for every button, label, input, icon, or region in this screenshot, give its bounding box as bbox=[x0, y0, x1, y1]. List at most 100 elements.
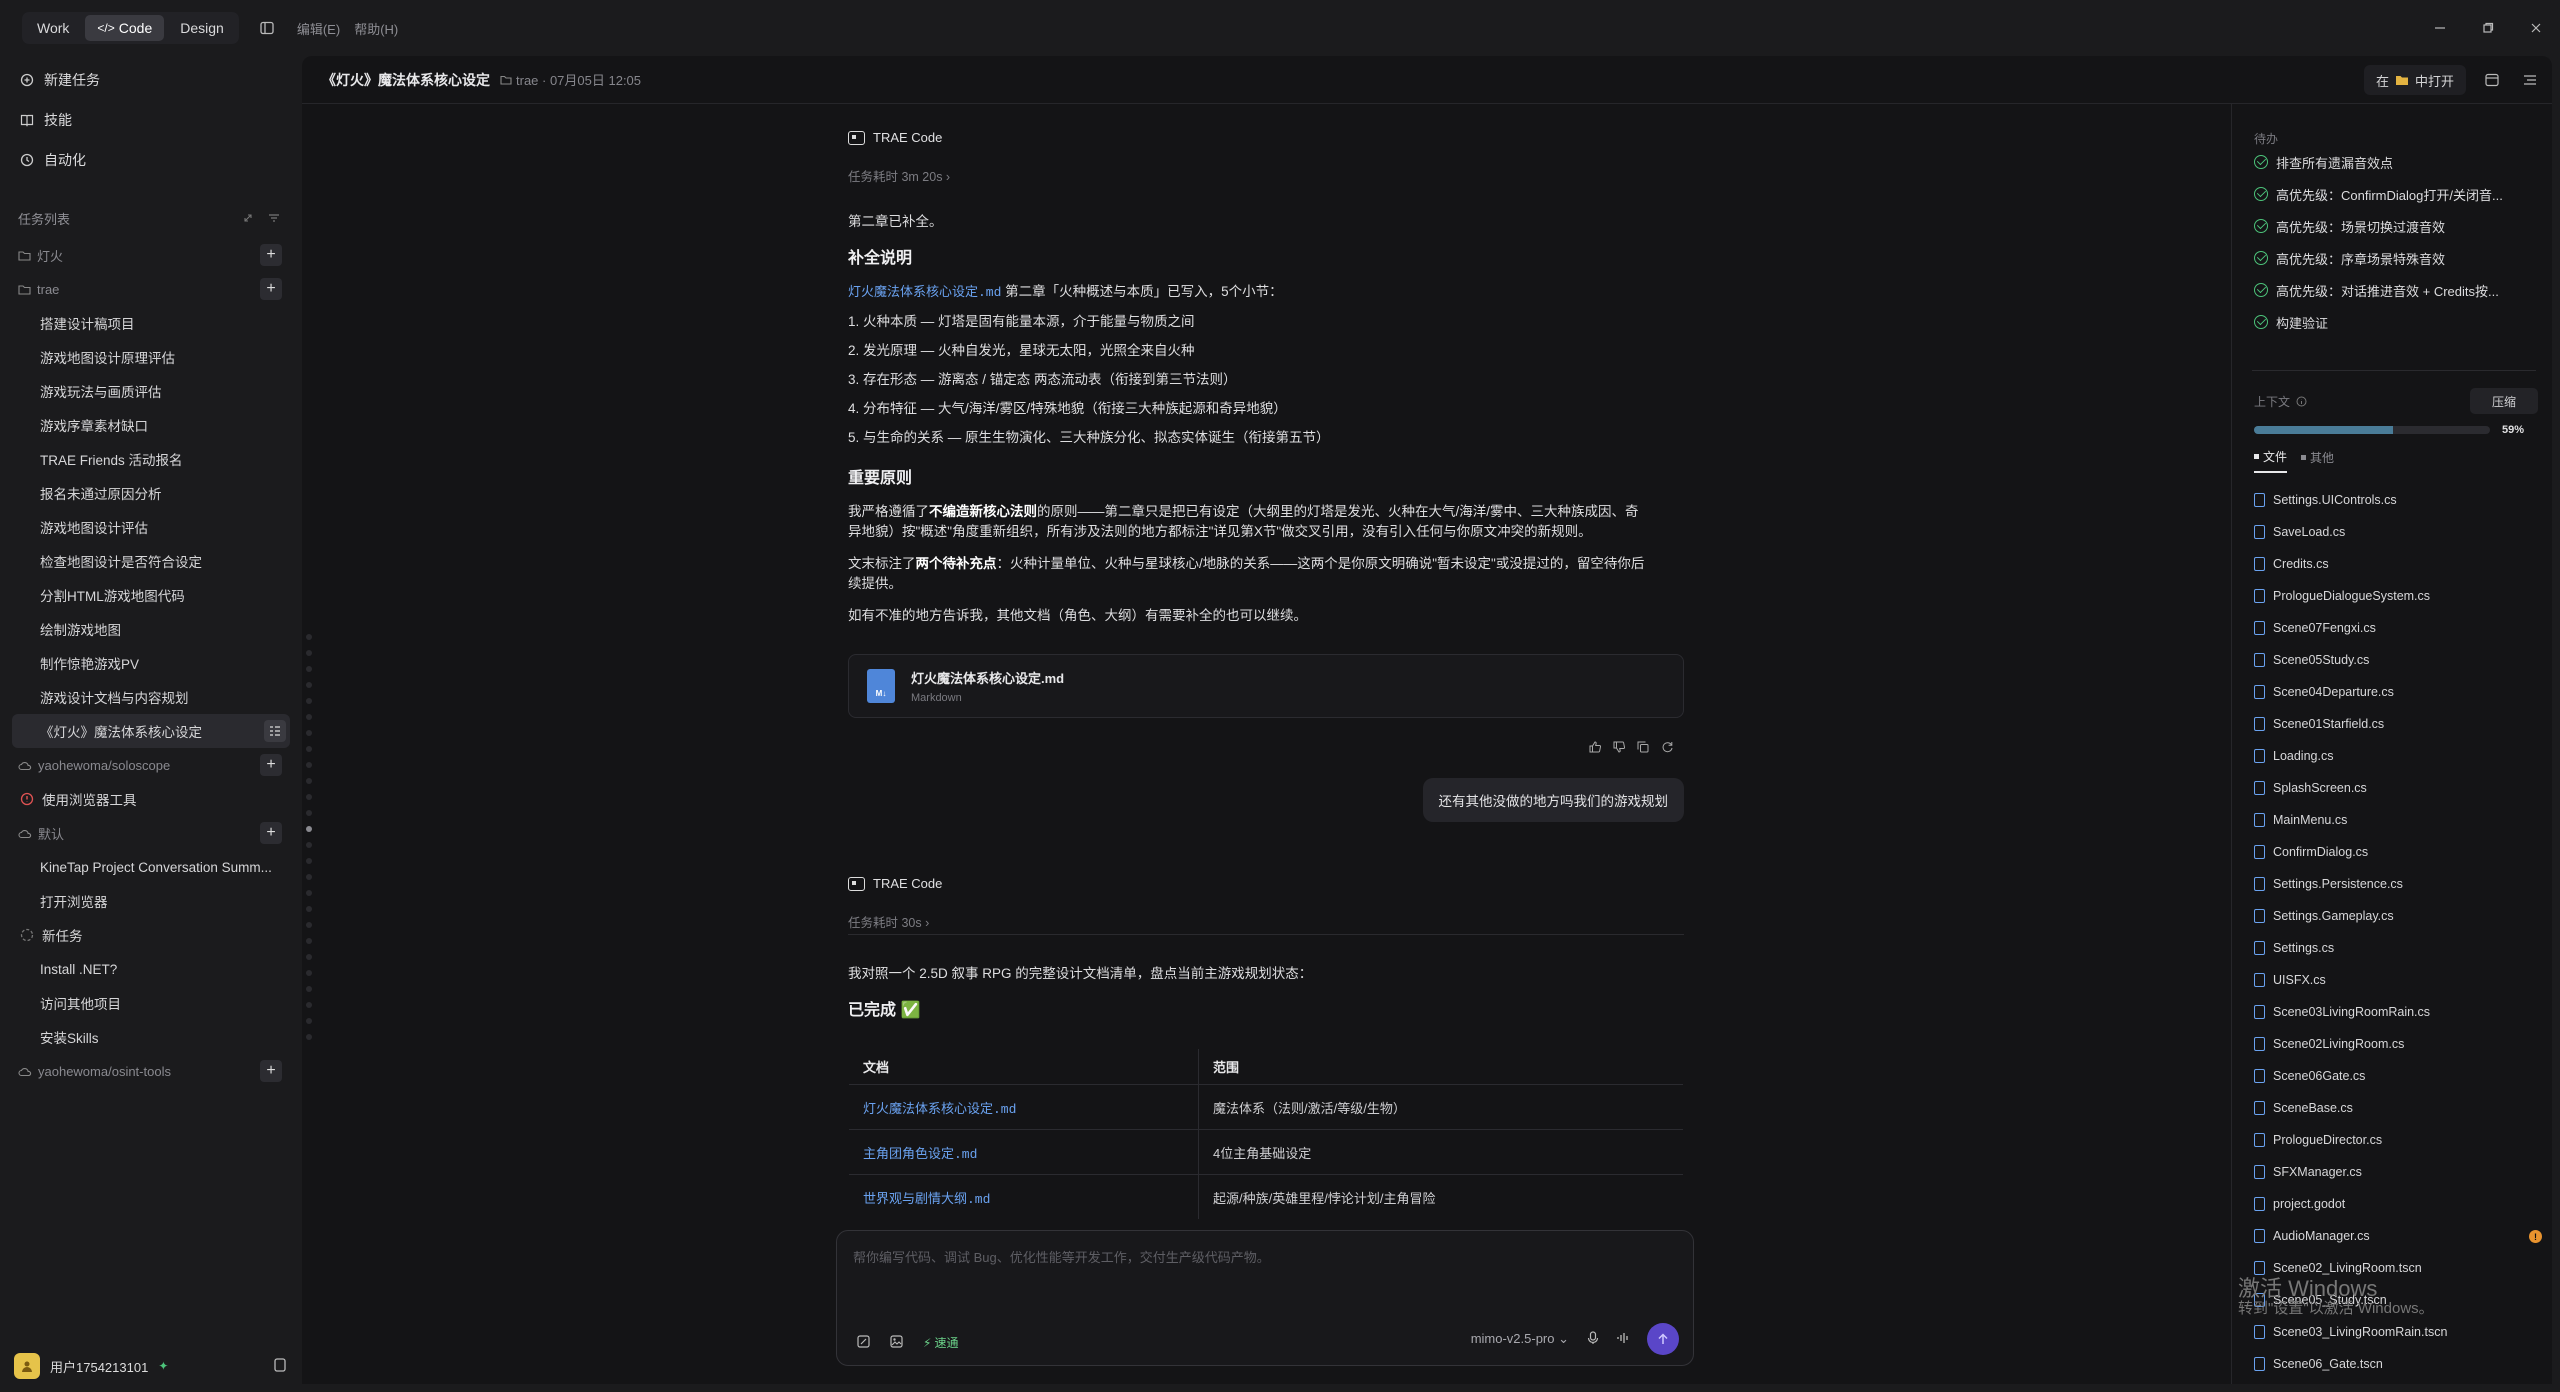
task-item[interactable]: TRAE Friends 活动报名 bbox=[0, 442, 300, 476]
file-card[interactable]: M↓ 灯火魔法体系核心设定.md Markdown bbox=[848, 654, 1684, 718]
group-header[interactable]: yaohewoma/osint-tools + bbox=[0, 1054, 300, 1088]
task-item[interactable]: 安装Skills bbox=[0, 1020, 300, 1054]
file-item[interactable]: Scene03LivingRoomRain.cs bbox=[2254, 996, 2542, 1028]
task-item[interactable]: 分割HTML游戏地图代码 bbox=[0, 578, 300, 612]
task-item[interactable]: 游戏地图设计原理评估 bbox=[0, 340, 300, 374]
mode-code[interactable]: </> Code bbox=[85, 15, 165, 41]
filter-icon[interactable] bbox=[268, 212, 280, 224]
model-selector[interactable]: mimo-v2.5-pro ⌄ bbox=[1471, 1331, 1569, 1347]
elapsed-time[interactable]: 任务耗时 3m 20s › bbox=[848, 166, 1684, 185]
fast-mode-toggle[interactable]: ⚡ 速通 bbox=[923, 1334, 958, 1351]
task-item[interactable]: 搭建设计稿项目 bbox=[0, 306, 300, 340]
file-item[interactable]: Scene06_Gate.tscn bbox=[2254, 1348, 2542, 1380]
file-link[interactable]: 灯火魔法体系核心设定.md bbox=[848, 285, 1001, 300]
menu-edit[interactable]: 编辑(E) bbox=[297, 19, 340, 38]
file-item[interactable]: PrologueDialogueSystem.cs bbox=[2254, 580, 2542, 612]
task-item[interactable]: 报名未通过原因分析 bbox=[0, 476, 300, 510]
file-item[interactable]: PrologueDirector.cs bbox=[2254, 1124, 2542, 1156]
task-item[interactable]: Install .NET? bbox=[0, 952, 300, 986]
file-item[interactable]: Scene07Fengxi.cs bbox=[2254, 612, 2542, 644]
file-item[interactable]: Loading.cs bbox=[2254, 740, 2542, 772]
list-icon[interactable] bbox=[2518, 68, 2542, 92]
task-item[interactable]: KineTap Project Conversation Summ... bbox=[0, 850, 300, 884]
refresh-icon[interactable] bbox=[1660, 740, 1674, 754]
doc-link[interactable]: 世界观与剧情大纲.md bbox=[849, 1174, 1199, 1219]
attach-icon[interactable] bbox=[857, 1334, 870, 1351]
tab-other[interactable]: 其他 bbox=[2301, 448, 2334, 473]
add-task-button[interactable]: + bbox=[260, 822, 282, 844]
collapse-icon[interactable] bbox=[242, 212, 254, 224]
file-item[interactable]: SaveLoad.cs bbox=[2254, 516, 2542, 548]
doc-link[interactable]: 灯火魔法体系核心设定.md bbox=[849, 1084, 1199, 1130]
chat-input[interactable]: 帮你编写代码、调试 Bug、优化性能等开发工作，交付生产级代码产物。 ⚡ 速通 m… bbox=[836, 1230, 1694, 1366]
browser-tool-item[interactable]: 使用浏览器工具 bbox=[0, 782, 300, 816]
task-item[interactable]: 访问其他项目 bbox=[0, 986, 300, 1020]
file-item[interactable]: Scene06Gate.cs bbox=[2254, 1060, 2542, 1092]
task-item[interactable]: 制作惊艳游戏PV bbox=[0, 646, 300, 680]
group-header[interactable]: yaohewoma/soloscope + bbox=[0, 748, 300, 782]
open-in-button[interactable]: 在 中打开 bbox=[2363, 65, 2466, 95]
mode-design[interactable]: Design bbox=[168, 15, 236, 41]
file-item[interactable]: SFXManager.cs bbox=[2254, 1156, 2542, 1188]
sidebar-item-automation[interactable]: 自动化 bbox=[14, 140, 286, 180]
user-bar[interactable]: 用户1754213101 ✦ bbox=[14, 1346, 286, 1386]
file-item[interactable]: Scene04Departure.cs bbox=[2254, 676, 2542, 708]
file-item[interactable]: Settings.cs bbox=[2254, 932, 2542, 964]
file-item[interactable]: Scene02LivingRoom.cs bbox=[2254, 1028, 2542, 1060]
add-task-button[interactable]: + bbox=[260, 278, 282, 300]
message-navigator[interactable] bbox=[306, 634, 312, 1040]
sidebar-item-skills[interactable]: 技能 bbox=[14, 100, 286, 140]
file-item[interactable]: Settings.Persistence.cs bbox=[2254, 868, 2542, 900]
file-item[interactable]: AudioManager.cs! bbox=[2254, 1220, 2542, 1252]
image-icon[interactable] bbox=[890, 1334, 903, 1351]
file-item[interactable]: Scene01Starfield.cs bbox=[2254, 708, 2542, 740]
file-item[interactable]: Scene05Study.cs bbox=[2254, 644, 2542, 676]
file-item[interactable]: Settings.UIControls.cs bbox=[2254, 484, 2542, 516]
task-item[interactable]: 检查地图设计是否符合设定 bbox=[0, 544, 300, 578]
panel-icon[interactable] bbox=[2480, 68, 2504, 92]
file-item[interactable]: Credits.cs bbox=[2254, 548, 2542, 580]
group-header[interactable]: 默认 + bbox=[0, 816, 300, 850]
file-item[interactable]: SplashScreen.cs bbox=[2254, 772, 2542, 804]
microphone-icon[interactable] bbox=[1587, 1330, 1599, 1348]
add-task-button[interactable]: + bbox=[260, 244, 282, 266]
file-item[interactable]: UISFX.cs bbox=[2254, 964, 2542, 996]
file-item[interactable]: SceneBase.cs bbox=[2254, 1092, 2542, 1124]
elapsed-time[interactable]: 任务耗时 30s › bbox=[848, 912, 1684, 931]
task-item[interactable]: 游戏地图设计评估 bbox=[0, 510, 300, 544]
task-item[interactable]: 打开浏览器 bbox=[0, 884, 300, 918]
feedback-bar bbox=[1588, 740, 1674, 754]
menu-help[interactable]: 帮助(H) bbox=[354, 19, 398, 38]
group-header[interactable]: 灯火 + bbox=[0, 238, 300, 272]
minimize-icon[interactable] bbox=[2416, 0, 2464, 56]
sidebar-item-new-task[interactable]: 新建任务 bbox=[14, 60, 286, 100]
file-item[interactable]: MainMenu.cs bbox=[2254, 804, 2542, 836]
send-button[interactable] bbox=[1647, 1323, 1679, 1355]
thumbs-up-icon[interactable] bbox=[1588, 740, 1602, 754]
task-item[interactable]: 游戏玩法与画质评估 bbox=[0, 374, 300, 408]
subtask-icon[interactable] bbox=[264, 720, 286, 742]
copy-icon[interactable] bbox=[1636, 740, 1650, 754]
compress-button[interactable]: 压缩 bbox=[2469, 388, 2538, 414]
mode-work[interactable]: Work bbox=[25, 15, 81, 41]
task-item[interactable]: 游戏设计文档与内容规划 bbox=[0, 680, 300, 714]
sidebar-toggle-icon[interactable] bbox=[257, 18, 277, 38]
add-task-button[interactable]: + bbox=[260, 1060, 282, 1082]
add-task-button[interactable]: + bbox=[260, 754, 282, 776]
close-icon[interactable] bbox=[2512, 0, 2560, 56]
task-item-active[interactable]: 《灯火》魔法体系核心设定 bbox=[12, 714, 290, 748]
tablet-icon[interactable] bbox=[274, 1357, 286, 1375]
doc-link[interactable]: 主角团角色设定.md bbox=[849, 1129, 1199, 1175]
new-task-item[interactable]: 新任务 bbox=[0, 918, 300, 952]
file-item[interactable]: Settings.Gameplay.cs bbox=[2254, 900, 2542, 932]
task-item[interactable]: 游戏序章素材缺口 bbox=[0, 408, 300, 442]
task-item[interactable]: 绘制游戏地图 bbox=[0, 612, 300, 646]
file-item[interactable]: project.godot bbox=[2254, 1188, 2542, 1220]
group-header[interactable]: trae + bbox=[0, 272, 300, 306]
restore-icon[interactable] bbox=[2464, 0, 2512, 56]
tab-files[interactable]: 文件 bbox=[2254, 448, 2288, 473]
file-item[interactable]: ConfirmDialog.cs bbox=[2254, 836, 2542, 868]
waveform-icon[interactable] bbox=[1617, 1331, 1629, 1347]
file-item[interactable]: Scene03_LivingRoomRain.tscn bbox=[2254, 1316, 2542, 1348]
thumbs-down-icon[interactable] bbox=[1612, 740, 1626, 754]
